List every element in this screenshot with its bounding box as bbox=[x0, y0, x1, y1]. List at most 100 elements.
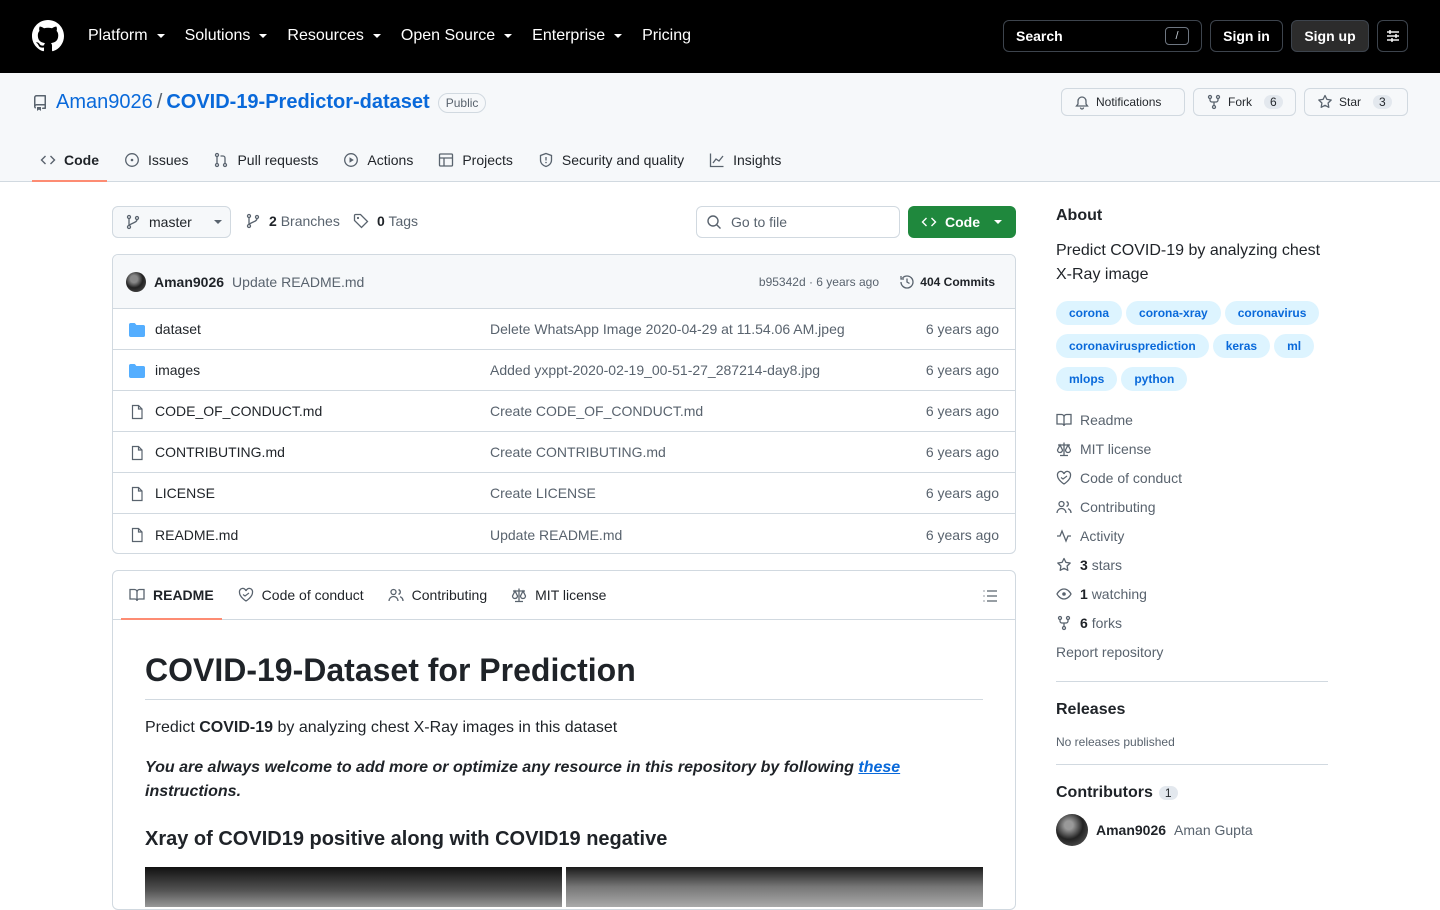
repo-name-link[interactable]: COVID-19-Predictor-dataset bbox=[166, 91, 429, 114]
readme-tab-readme[interactable]: README bbox=[121, 571, 222, 620]
nav-platform[interactable]: Platform bbox=[88, 24, 165, 48]
fork-icon bbox=[1056, 615, 1072, 631]
releases-heading[interactable]: Releases bbox=[1056, 701, 1328, 719]
watchers-link[interactable]: 1 watching bbox=[1056, 579, 1328, 608]
avatar[interactable] bbox=[1056, 814, 1088, 846]
readme-intro-bold: COVID-19 bbox=[199, 719, 274, 736]
commit-message-link[interactable]: Update README.md bbox=[232, 274, 364, 290]
tab-issues[interactable]: Issues bbox=[116, 139, 196, 181]
file-name-link[interactable]: LICENSE bbox=[155, 485, 215, 501]
readme-tab-code-of-conduct[interactable]: Code of conduct bbox=[238, 571, 364, 619]
chevron-down-icon bbox=[372, 34, 381, 38]
divider bbox=[1056, 764, 1328, 765]
readme-tabs: README Code of conduct Contributing MIT … bbox=[113, 571, 1015, 620]
activity-link[interactable]: Activity bbox=[1056, 521, 1328, 550]
contributing-link[interactable]: Contributing bbox=[1056, 492, 1328, 521]
global-search-button[interactable]: Search / bbox=[1003, 20, 1202, 52]
file-commit-message-link[interactable]: Delete WhatsApp Image 2020-04-29 at 11.5… bbox=[490, 321, 845, 337]
fork-button[interactable]: Fork 6 bbox=[1193, 88, 1296, 116]
code-dropdown-button[interactable]: Code bbox=[908, 206, 1016, 238]
topic-tag[interactable]: coronavirusprediction bbox=[1056, 334, 1209, 358]
tab-projects[interactable]: Projects bbox=[430, 139, 521, 181]
folder-icon bbox=[129, 363, 145, 379]
topic-tag[interactable]: python bbox=[1121, 367, 1188, 391]
tab-security[interactable]: Security and quality bbox=[530, 139, 692, 181]
topic-tag[interactable]: ml bbox=[1274, 334, 1315, 358]
about-heading: About bbox=[1056, 207, 1103, 224]
topic-tag[interactable]: mlops bbox=[1056, 367, 1118, 391]
file-commit-message-link[interactable]: Update README.md bbox=[490, 527, 622, 543]
readme-tab-license[interactable]: MIT license bbox=[511, 571, 606, 619]
tab-label: Projects bbox=[462, 152, 513, 168]
list-icon[interactable] bbox=[982, 588, 998, 604]
repo-sidebar: About Predict COVID-19 by analyzing ches… bbox=[1056, 207, 1328, 846]
file-row[interactable]: dataset Delete WhatsApp Image 2020-04-29 … bbox=[113, 309, 1015, 350]
topic-tag[interactable]: corona bbox=[1056, 301, 1123, 325]
branch-select-button[interactable]: master bbox=[112, 206, 231, 238]
file-icon bbox=[129, 527, 145, 543]
file-row[interactable]: CODE_OF_CONDUCT.md Create CODE_OF_CONDUCT… bbox=[113, 391, 1015, 432]
tab-label: Pull requests bbox=[237, 152, 319, 168]
stars-link[interactable]: 3 stars bbox=[1056, 550, 1328, 579]
star-button[interactable]: Star 3 bbox=[1304, 88, 1408, 116]
nav-resources[interactable]: Resources bbox=[287, 24, 381, 48]
file-row[interactable]: README.md Update README.md 6 years ago bbox=[113, 514, 1015, 553]
contributor-item[interactable]: Aman9026 Aman Gupta bbox=[1056, 814, 1328, 846]
commits-link[interactable]: 404 Commits bbox=[899, 274, 995, 290]
sign-up-button[interactable]: Sign up bbox=[1291, 20, 1369, 52]
topic-tag[interactable]: corona-xray bbox=[1126, 301, 1221, 325]
file-commit-message-link[interactable]: Create CONTRIBUTING.md bbox=[490, 444, 666, 460]
pulse-icon bbox=[1056, 528, 1072, 544]
avatar[interactable] bbox=[126, 271, 146, 292]
branches-link[interactable]: 2 Branches bbox=[245, 213, 340, 229]
readme-intro-text: by analyzing chest X-Ray images in this … bbox=[273, 719, 618, 736]
tab-insights[interactable]: Insights bbox=[701, 139, 789, 181]
tab-pull-requests[interactable]: Pull requests bbox=[205, 139, 326, 181]
nav-enterprise[interactable]: Enterprise bbox=[532, 24, 623, 48]
report-repository-link[interactable]: Report repository bbox=[1056, 637, 1328, 666]
global-nav: Platform Solutions Resources Open Source… bbox=[88, 24, 711, 48]
file-commit-message-link[interactable]: Added yxppt-2020-02-19_00-51-27_287214-d… bbox=[490, 362, 820, 378]
nav-label: Enterprise bbox=[532, 27, 606, 44]
star-counter: 3 bbox=[1373, 95, 1392, 109]
code-of-conduct-link[interactable]: Code of conduct bbox=[1056, 463, 1328, 492]
file-row[interactable]: CONTRIBUTING.md Create CONTRIBUTING.md 6 y… bbox=[113, 432, 1015, 473]
file-name-link[interactable]: CONTRIBUTING.md bbox=[155, 444, 285, 460]
commit-author-link[interactable]: Aman9026 bbox=[154, 274, 224, 290]
file-name-link[interactable]: dataset bbox=[155, 321, 201, 337]
topic-tag[interactable]: coronavirus bbox=[1224, 301, 1320, 325]
file-name-link[interactable]: CODE_OF_CONDUCT.md bbox=[155, 403, 322, 419]
file-name-link[interactable]: README.md bbox=[155, 527, 238, 543]
play-icon bbox=[343, 152, 359, 168]
file-name-link[interactable]: images bbox=[155, 362, 200, 378]
tags-link[interactable]: 0 Tags bbox=[353, 213, 418, 229]
sign-in-button[interactable]: Sign in bbox=[1210, 20, 1283, 52]
commit-sha-time[interactable]: b95342d · 6 years ago bbox=[759, 275, 879, 289]
nav-pricing[interactable]: Pricing bbox=[642, 24, 691, 48]
notifications-button[interactable]: Notifications bbox=[1061, 88, 1185, 116]
file-commit-message-link[interactable]: Create LICENSE bbox=[490, 485, 596, 501]
tab-code[interactable]: Code bbox=[32, 139, 107, 182]
contributor-login[interactable]: Aman9026 bbox=[1096, 822, 1166, 838]
go-to-file-input[interactable]: Go to file bbox=[696, 206, 900, 238]
tab-actions[interactable]: Actions bbox=[335, 139, 421, 181]
forks-link[interactable]: 6 forks bbox=[1056, 608, 1328, 637]
nav-open-source[interactable]: Open Source bbox=[401, 24, 513, 48]
license-link[interactable]: MIT license bbox=[1056, 434, 1328, 463]
nav-solutions[interactable]: Solutions bbox=[185, 24, 268, 48]
code-button-label: Code bbox=[945, 214, 980, 230]
file-commit-message-link[interactable]: Create CODE_OF_CONDUCT.md bbox=[490, 403, 703, 419]
these-link[interactable]: these bbox=[858, 759, 900, 776]
file-row[interactable]: LICENSE Create LICENSE 6 years ago bbox=[113, 473, 1015, 514]
topic-tag[interactable]: keras bbox=[1212, 334, 1271, 358]
readme-tab-contributing[interactable]: Contributing bbox=[387, 571, 487, 619]
divider bbox=[1056, 681, 1328, 682]
readme-note-text: instructions. bbox=[145, 783, 242, 800]
file-commit-date: 6 years ago bbox=[925, 485, 999, 501]
file-row[interactable]: images Added yxppt-2020-02-19_00-51-27_28… bbox=[113, 350, 1015, 391]
github-logo-icon[interactable] bbox=[32, 20, 64, 52]
repo-owner-link[interactable]: Aman9026 bbox=[56, 91, 153, 114]
contributors-heading[interactable]: Contributors 1 bbox=[1056, 784, 1328, 802]
sliders-icon[interactable] bbox=[1377, 20, 1408, 52]
readme-link[interactable]: Readme bbox=[1056, 405, 1328, 434]
